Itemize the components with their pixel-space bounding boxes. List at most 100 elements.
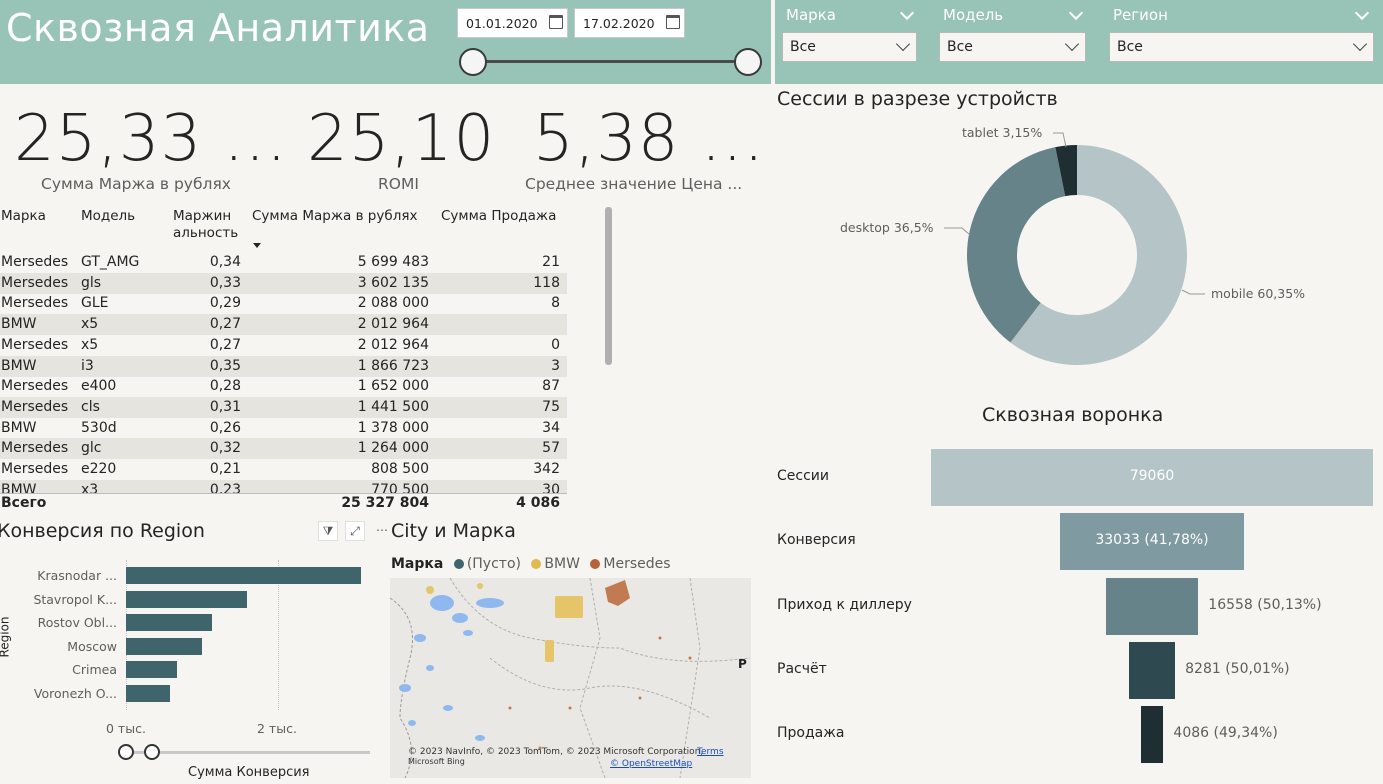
cell-model: x5 xyxy=(81,316,99,333)
funnel-stage-label: Расчёт xyxy=(777,660,827,677)
cell-model: cls xyxy=(81,398,100,415)
region-bar[interactable] xyxy=(126,614,212,631)
zoom-slider-start-handle[interactable] xyxy=(118,744,134,760)
cell-brand: Mersedes xyxy=(1,398,69,415)
table-row[interactable]: BMW x5 0,27 2 012 964 xyxy=(0,314,567,336)
funnel-title: Сквозная воронка xyxy=(982,404,1164,426)
cell-sales: 57 xyxy=(542,440,560,457)
donut-slice-tablet[interactable] xyxy=(1055,145,1077,197)
region-tick-label: Rostov Obl... xyxy=(37,615,117,630)
focus-mode-icon[interactable]: ⤢ xyxy=(345,521,365,541)
cell-brand: Mersedes xyxy=(1,461,69,477)
filter-icon[interactable]: ⧩ xyxy=(318,521,338,541)
donut-slice-mobile[interactable] xyxy=(1010,145,1187,365)
legend-item-empty: (Пусто) xyxy=(466,556,521,572)
table-row[interactable]: Mersedes e220 0,21 808 500 342 xyxy=(0,459,567,480)
date-to-input[interactable]: 17.02.2020 xyxy=(574,8,685,38)
table-scrollbar[interactable] xyxy=(605,207,612,365)
table-row[interactable]: BMW i3 0,35 1 866 723 3 xyxy=(0,355,567,377)
funnel-value-label: 33033 (41,78%) xyxy=(1095,532,1209,549)
funnel-stage-label: Продажа xyxy=(777,725,845,742)
funnel-value-label: 16558 (50,13%) xyxy=(1208,596,1322,613)
cell-sales: 3 xyxy=(551,357,560,374)
cell-margin: 0,29 xyxy=(209,295,241,312)
x-tick-label: 0 тыс. xyxy=(106,721,146,736)
chevron-down-icon xyxy=(1352,36,1368,52)
x-axis-title: Сумма Конверсия xyxy=(188,765,310,780)
table-row[interactable]: Mersedes e400 0,28 1 652 000 87 xyxy=(0,376,567,397)
cell-brand: Mersedes xyxy=(1,440,69,457)
cell-margin: 0,31 xyxy=(209,398,241,415)
zoom-slider-end-handle[interactable] xyxy=(144,744,160,760)
date-slider-end-handle[interactable] xyxy=(734,48,762,76)
funnel-bar[interactable] xyxy=(1140,706,1164,764)
donut-slice-desktop[interactable] xyxy=(967,147,1066,343)
date-slider-start-handle[interactable] xyxy=(459,48,487,76)
map-terms-link[interactable]: Terms xyxy=(697,747,724,757)
cell-margin-sum: 3 602 135 xyxy=(357,274,429,291)
donut-leader-line-mobile xyxy=(1181,289,1205,295)
total-sales: 4 086 xyxy=(516,495,560,511)
cell-brand: BMW xyxy=(1,357,37,374)
filter-model-select[interactable]: Все xyxy=(939,32,1086,62)
region-bar[interactable] xyxy=(126,684,171,702)
region-bar[interactable] xyxy=(126,661,177,678)
total-label: Всего xyxy=(1,495,47,511)
funnel-value-label: 4086 (49,34%) xyxy=(1173,725,1278,742)
region-tick-label: Stavropol K... xyxy=(33,591,117,607)
calendar-icon[interactable] xyxy=(666,15,680,29)
cell-sales: 87 xyxy=(542,378,560,395)
table-row[interactable]: Mersedes glc 0,32 1 264 000 57 xyxy=(0,438,567,460)
donut-label-mobile: mobile 60,35% xyxy=(1211,286,1306,301)
funnel-stage-label: Конверсия xyxy=(777,532,856,549)
cell-model: e400 xyxy=(81,378,117,395)
cell-brand: BMW xyxy=(1,316,37,333)
cell-brand: Mersedes xyxy=(1,378,69,395)
kpi-price-value: 5,38 ... xyxy=(533,102,765,176)
cell-margin-sum: 5 699 483 xyxy=(357,254,429,270)
x-tick-label: 2 тыс. xyxy=(257,721,297,736)
cell-model: x5 xyxy=(81,336,99,353)
legend-item-bmw: BMW xyxy=(544,556,580,572)
cell-model: i3 xyxy=(81,357,94,374)
cell-sales: 21 xyxy=(542,254,560,270)
cell-sales: 118 xyxy=(533,274,560,291)
date-from-value: 01.01.2020 xyxy=(466,16,538,31)
region-tick-label: Crimea xyxy=(72,662,117,677)
region-bar[interactable] xyxy=(126,567,361,584)
cell-margin-sum: 2 012 964 xyxy=(357,316,429,333)
cell-margin-sum: 2 088 000 xyxy=(357,295,429,312)
kpi-margin-value: 25,33 ... xyxy=(14,102,288,176)
cell-brand: Mersedes xyxy=(1,295,69,312)
table-total-row: Всего 25 327 804 4 086 xyxy=(0,493,567,514)
table-row[interactable]: Mersedes GT_AMG 0,34 5 699 483 21 xyxy=(0,252,567,273)
table-row[interactable]: Mersedes gls 0,33 3 602 135 118 xyxy=(0,272,567,294)
table-row[interactable]: Mersedes x5 0,27 2 012 964 0 xyxy=(0,335,567,356)
total-margin-sum: 25 327 804 xyxy=(341,495,429,511)
date-from-input[interactable]: 01.01.2020 xyxy=(457,8,568,38)
table-row[interactable]: Mersedes GLE 0,29 2 088 000 8 xyxy=(0,293,567,314)
filter-brand-select[interactable]: Все xyxy=(782,32,917,62)
cell-margin: 0,21 xyxy=(209,461,241,477)
cell-margin-sum: 1 441 500 xyxy=(357,398,429,415)
funnel-bar[interactable] xyxy=(1128,641,1176,699)
filter-region-select[interactable]: Все xyxy=(1109,32,1374,62)
region-chart-title: Конверсия по Region xyxy=(0,520,205,542)
region-tick-label: Moscow xyxy=(67,638,117,654)
date-range-slider[interactable] xyxy=(472,60,748,63)
cell-margin-sum: 808 500 xyxy=(371,461,429,477)
region-bar[interactable] xyxy=(126,637,203,655)
osm-link[interactable]: © OpenStreetMap xyxy=(610,759,692,769)
region-bar[interactable] xyxy=(126,590,247,608)
table-row[interactable]: Mersedes cls 0,31 1 441 500 75 xyxy=(0,396,567,418)
calendar-icon[interactable] xyxy=(549,15,563,29)
cell-margin: 0,27 xyxy=(209,316,241,333)
cell-brand: Mersedes xyxy=(1,254,69,270)
funnel-stage-label: Сессии xyxy=(777,468,829,484)
filter-region-label: Регион xyxy=(1113,6,1168,24)
filter-model-value: Все xyxy=(947,39,973,55)
funnel-bar[interactable] xyxy=(1105,577,1199,635)
table-row[interactable]: BMW 530d 0,26 1 378 000 34 xyxy=(0,418,567,439)
more-options-icon[interactable]: ⋯ xyxy=(372,521,392,541)
kpi-romi-value: 25,10 xyxy=(307,102,496,176)
